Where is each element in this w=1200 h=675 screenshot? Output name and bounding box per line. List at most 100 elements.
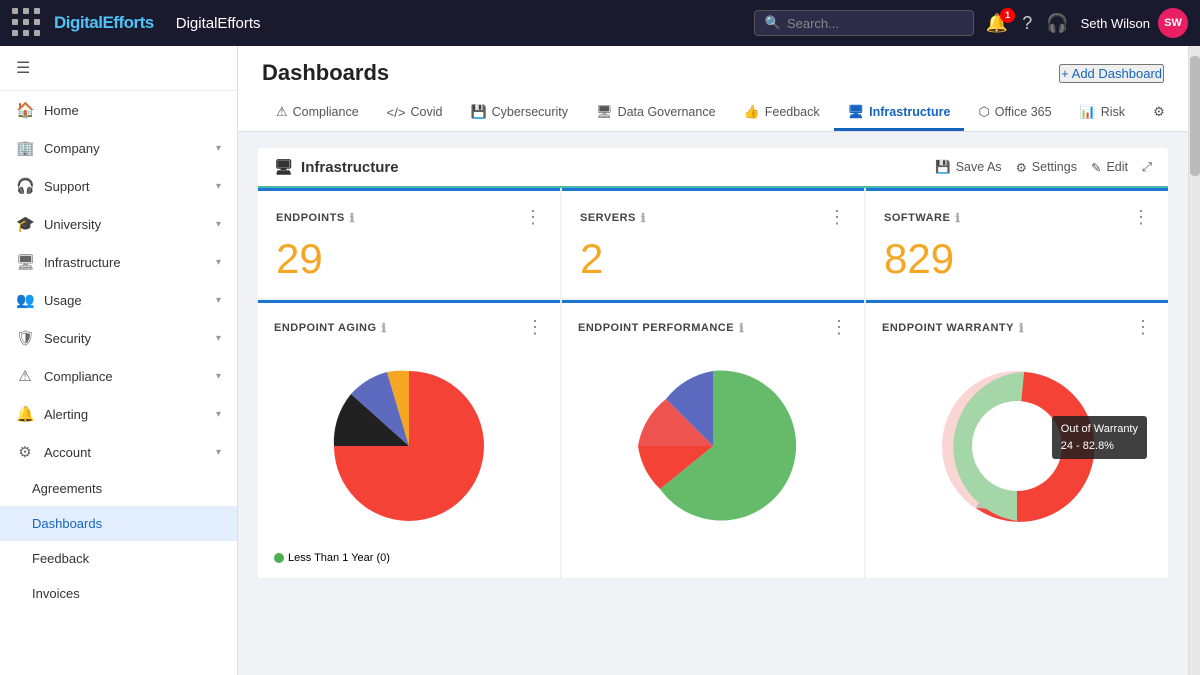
endpoint-performance-card: ENDPOINT PERFORMANCE ℹ ⋮ [562, 300, 864, 578]
company-icon: 🏢 [16, 139, 34, 157]
search-box[interactable]: 🔍 [754, 10, 974, 36]
sidebar-item-compliance[interactable]: ⚠ Compliance ▾ [0, 357, 237, 395]
endpoint-performance-title: ENDPOINT PERFORMANCE ℹ [578, 321, 744, 335]
sidebar-item-infrastructure[interactable]: 🖥 Infrastructure ▾ [0, 243, 237, 281]
chevron-down-icon: ▾ [216, 219, 221, 230]
add-dashboard-button[interactable]: + Add Dashboard [1059, 64, 1164, 83]
tab-service[interactable]: ⚙ Service [1139, 96, 1164, 131]
sidebar-item-agreements[interactable]: Agreements [0, 471, 237, 506]
notification-bell[interactable]: 🔔 1 [986, 14, 1008, 32]
legend-label: Less Than 1 Year (0) [288, 552, 390, 564]
tab-infrastructure[interactable]: 🖥 Infrastructure [834, 96, 965, 131]
topnav: DigitalEfforts DigitalEfforts 🔍 🔔 1 ? 🎧 … [0, 0, 1200, 46]
tab-covid[interactable]: </> Covid [373, 96, 457, 131]
user-area[interactable]: Seth Wilson SW [1081, 8, 1188, 38]
endpoints-menu[interactable]: ⋮ [524, 207, 542, 228]
sidebar-item-usage[interactable]: 👥 Usage ▾ [0, 281, 237, 319]
scrollbar-track[interactable] [1188, 46, 1200, 675]
sidebar-item-university[interactable]: 🎓 University ▾ [0, 205, 237, 243]
sidebar-item-dashboards[interactable]: Dashboards [0, 506, 237, 541]
sidebar-toggle[interactable]: ☰ [0, 46, 237, 91]
servers-info-icon[interactable]: ℹ [641, 211, 646, 225]
endpoint-performance-menu[interactable]: ⋮ [830, 317, 848, 338]
sidebar-label-invoices: Invoices [32, 586, 221, 601]
edit-label: Edit [1106, 160, 1128, 174]
tab-infrastructure-label: Infrastructure [869, 105, 950, 119]
tab-cybersecurity-label: Cybersecurity [492, 105, 568, 119]
chevron-down-icon: ▾ [216, 143, 221, 154]
sidebar-label-security: Security [44, 331, 206, 346]
dashboard-tabs: ⚠ Compliance </> Covid 💾 Cybersecurity 🖥… [262, 96, 1164, 131]
tab-data-governance-icon: 🖥 [596, 104, 613, 120]
section-header: 🖥 Infrastructure 💾 Save As ⚙ Settings ✎ … [258, 148, 1168, 188]
tab-compliance-icon: ⚠ [276, 104, 288, 120]
sidebar-item-company[interactable]: 🏢 Company ▾ [0, 129, 237, 167]
sidebar-item-support[interactable]: 🎧 Support ▾ [0, 167, 237, 205]
sidebar-label-university: University [44, 217, 206, 232]
chevron-down-icon: ▾ [216, 333, 221, 344]
tab-covid-label: Covid [410, 105, 442, 119]
help-icon[interactable]: ? [1022, 14, 1032, 32]
grid-icon[interactable] [12, 8, 42, 38]
brand-logo[interactable]: DigitalEfforts [54, 13, 154, 33]
headset-icon[interactable]: 🎧 [1046, 14, 1068, 32]
sidebar-label-infrastructure: Infrastructure [44, 255, 206, 270]
tab-data-governance[interactable]: 🖥 Data Governance [582, 96, 730, 131]
chevron-down-icon: ▾ [216, 447, 221, 458]
university-icon: 🎓 [16, 215, 34, 233]
endpoint-aging-menu[interactable]: ⋮ [526, 317, 544, 338]
section-actions: 💾 Save As ⚙ Settings ✎ Edit ⤢ [935, 160, 1152, 175]
software-info-icon[interactable]: ℹ [955, 211, 960, 225]
sidebar-label-feedback: Feedback [32, 551, 221, 566]
software-card: SOFTWARE ℹ ⋮ 829 [866, 188, 1168, 298]
search-input[interactable] [787, 16, 963, 31]
sidebar-item-account[interactable]: ⚙ Account ▾ [0, 433, 237, 471]
software-menu[interactable]: ⋮ [1132, 207, 1150, 228]
software-title: SOFTWARE ℹ [884, 211, 960, 225]
endpoint-aging-legend: Less Than 1 Year (0) [274, 552, 544, 564]
sidebar: ☰ 🏠 Home 🏢 Company ▾ 🎧 Support ▾ 🎓 Unive… [0, 46, 238, 675]
tab-compliance[interactable]: ⚠ Compliance [262, 96, 373, 131]
endpoint-warranty-chart: Out of Warranty 24 - 82.8% [882, 346, 1152, 546]
sidebar-item-alerting[interactable]: 🔔 Alerting ▾ [0, 395, 237, 433]
endpoint-warranty-info-icon[interactable]: ℹ [1019, 321, 1024, 335]
chevron-down-icon: ▾ [216, 371, 221, 382]
security-icon: 🛡 [16, 329, 34, 347]
sidebar-item-security[interactable]: 🛡 Security ▾ [0, 319, 237, 357]
sidebar-item-feedback[interactable]: Feedback [0, 541, 237, 576]
endpoint-aging-title: ENDPOINT AGING ℹ [274, 321, 387, 335]
sidebar-label-account: Account [44, 445, 206, 460]
endpoint-warranty-menu[interactable]: ⋮ [1134, 317, 1152, 338]
tab-feedback[interactable]: 👍 Feedback [730, 96, 834, 131]
save-as-button[interactable]: 💾 Save As [935, 160, 1001, 175]
alerting-icon: 🔔 [16, 405, 34, 423]
endpoints-info-icon[interactable]: ℹ [350, 211, 355, 225]
endpoint-performance-chart [578, 346, 848, 546]
endpoint-warranty-title: ENDPOINT WARRANTY ℹ [882, 321, 1024, 335]
sidebar-label-company: Company [44, 141, 206, 156]
sidebar-label-dashboards: Dashboards [32, 516, 221, 531]
sidebar-item-home[interactable]: 🏠 Home [0, 91, 237, 129]
scrollbar-thumb[interactable] [1190, 56, 1200, 176]
endpoints-value: 29 [276, 236, 542, 282]
tab-office365-icon: ⬡ [978, 104, 989, 120]
endpoint-warranty-card: ENDPOINT WARRANTY ℹ ⋮ [866, 300, 1168, 578]
tab-infrastructure-icon: 🖥 [848, 104, 865, 120]
tab-cybersecurity[interactable]: 💾 Cybersecurity [456, 96, 582, 131]
edit-button[interactable]: ✎ Edit [1091, 160, 1128, 175]
sidebar-label-usage: Usage [44, 293, 206, 308]
endpoint-aging-info-icon[interactable]: ℹ [382, 321, 387, 335]
expand-button[interactable]: ⤢ [1142, 160, 1152, 175]
tab-risk[interactable]: 📊 Risk [1066, 96, 1140, 131]
infrastructure-icon: 🖥 [16, 253, 34, 271]
settings-button[interactable]: ⚙ Settings [1016, 160, 1077, 175]
endpoint-performance-info-icon[interactable]: ℹ [739, 321, 744, 335]
servers-menu[interactable]: ⋮ [828, 207, 846, 228]
main-content: Dashboards + Add Dashboard ⚠ Compliance … [238, 46, 1188, 675]
tab-office365[interactable]: ⬡ Office 365 [964, 96, 1065, 131]
dashboard-content: 🖥 Infrastructure 💾 Save As ⚙ Settings ✎ … [238, 132, 1188, 596]
tab-cybersecurity-icon: 💾 [470, 104, 486, 120]
sidebar-item-invoices[interactable]: Invoices [0, 576, 237, 611]
sidebar-label-compliance: Compliance [44, 369, 206, 384]
user-name: Seth Wilson [1081, 16, 1150, 31]
